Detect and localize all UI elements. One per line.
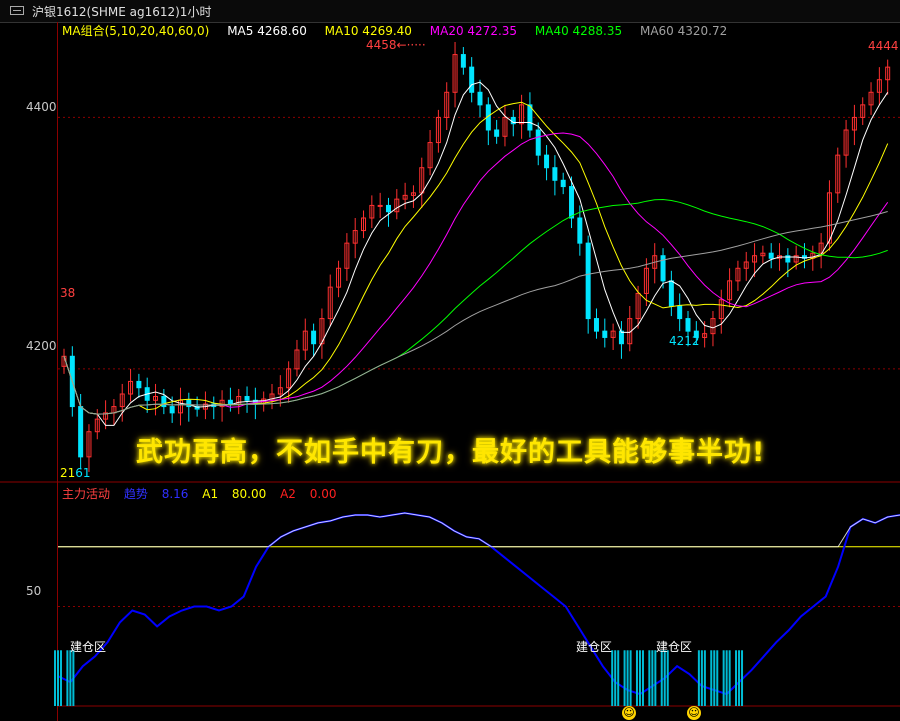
zone-bar	[725, 650, 728, 706]
trend-line	[57, 511, 900, 696]
zone-bar	[697, 650, 700, 706]
high-marker-left: 4458←·····	[366, 38, 426, 52]
zone-bar	[666, 650, 669, 706]
zone-label-3: 建仓区	[656, 640, 693, 654]
zone-bar	[641, 650, 644, 706]
ma-legend: MA组合(5,10,20,40,60,0) MA5 4268.60 MA10 4…	[62, 22, 741, 38]
zone-bar	[626, 650, 629, 706]
smiley-icon: ☺	[687, 706, 701, 720]
candle-body	[618, 330, 624, 345]
candle-body	[311, 330, 317, 345]
candle-body	[78, 406, 84, 458]
chart-canvas[interactable]	[0, 22, 900, 721]
trend-label: 趋势	[123, 487, 148, 501]
a2-value: 0.00	[309, 487, 337, 501]
candle-body	[377, 204, 383, 207]
candle-body	[668, 280, 674, 307]
zone-bar	[735, 650, 738, 706]
candle-body	[385, 204, 391, 213]
zone-bar	[69, 650, 72, 706]
candle-body	[494, 129, 500, 137]
high-marker-right: 4444	[868, 39, 899, 53]
zone-bar	[629, 650, 632, 706]
candle-body	[677, 305, 683, 320]
trend-upper-line	[58, 512, 900, 548]
a2-label: A2	[280, 487, 296, 501]
candle-body	[535, 129, 541, 156]
zone-bar	[703, 650, 706, 706]
ma5-line	[63, 81, 889, 426]
zone-bar	[54, 650, 56, 706]
ma60-line	[63, 211, 888, 415]
ma5-label: MA5 4268.60	[227, 24, 307, 38]
ma40-label: MA40 4288.35	[534, 24, 623, 38]
candle-body	[227, 399, 233, 405]
zone-bar	[66, 650, 69, 706]
ma10-line	[63, 101, 889, 415]
a1-label: A1	[202, 487, 219, 501]
zone-bar	[700, 650, 703, 706]
zone-bar	[738, 650, 741, 706]
low-marker: 4212	[669, 334, 700, 348]
zone-label-1: 建仓区	[70, 640, 107, 654]
zone-bar	[713, 650, 716, 706]
candle-body	[585, 242, 591, 320]
zone-bar	[651, 650, 654, 706]
candle-body	[569, 186, 575, 219]
zone-bar	[57, 650, 59, 706]
zone-bar	[614, 650, 617, 706]
zone-bar	[60, 650, 62, 706]
candle-body	[552, 167, 558, 181]
indicator-legend: 主力活动 趋势 8.16 A1 80.00 A2 0.00	[62, 485, 346, 502]
candle-body	[244, 396, 250, 401]
zone-bar	[635, 650, 638, 706]
zone-label-2: 建仓区	[576, 640, 613, 654]
slogan-banner: 武功再高，不如手中有刀，最好的工具能够事半功!	[136, 437, 766, 468]
zone-bar	[660, 650, 663, 706]
candle-body	[477, 91, 483, 106]
candle-body	[560, 179, 566, 188]
zone-bar	[654, 650, 657, 706]
candle-body	[527, 104, 533, 131]
candle-body	[136, 380, 142, 389]
zone-bar	[611, 650, 614, 706]
smiley-icon: ☺	[622, 706, 636, 720]
candle-body	[577, 217, 583, 244]
zone-bar	[663, 650, 666, 706]
zone-bar	[716, 650, 719, 706]
title-bar: 沪银1612(SHME ag1612)1小时	[0, 0, 900, 23]
left-bottom-marker: 2161	[60, 466, 91, 480]
ma20-label: MA20 4272.35	[429, 24, 518, 38]
candle-body	[469, 66, 475, 93]
zone-bar	[710, 650, 713, 706]
zone-bar	[722, 650, 725, 706]
candle-body	[186, 399, 192, 408]
window-menu-icon[interactable]	[10, 6, 24, 15]
zone-bar	[648, 650, 651, 706]
ma60-label: MA60 4320.72	[639, 24, 728, 38]
candle-body	[685, 318, 691, 332]
zone-bar	[638, 650, 641, 706]
candle-body	[593, 318, 599, 332]
a1-value: 80.00	[231, 487, 267, 501]
indicator-name[interactable]: 主力活动	[62, 487, 110, 501]
ma20-line	[63, 132, 889, 415]
ma40-line	[63, 198, 888, 415]
ma-group-label[interactable]: MA组合(5,10,20,40,60,0)	[62, 24, 209, 38]
candle-body	[768, 252, 774, 259]
candle-body	[169, 406, 175, 414]
window-title: 沪银1612(SHME ag1612)1小时	[32, 5, 212, 19]
zone-bar	[741, 650, 744, 706]
zone-bar	[617, 650, 620, 706]
candle-body	[544, 154, 550, 169]
zone-bar	[728, 650, 731, 706]
zone-bar	[72, 650, 75, 706]
zone-bar	[623, 650, 626, 706]
trend-value: 8.16	[161, 487, 189, 501]
left-edge-marker: 38	[60, 286, 76, 300]
candle-body	[460, 54, 466, 68]
ma10-label: MA10 4269.40	[324, 24, 412, 38]
candle-body	[602, 330, 608, 338]
